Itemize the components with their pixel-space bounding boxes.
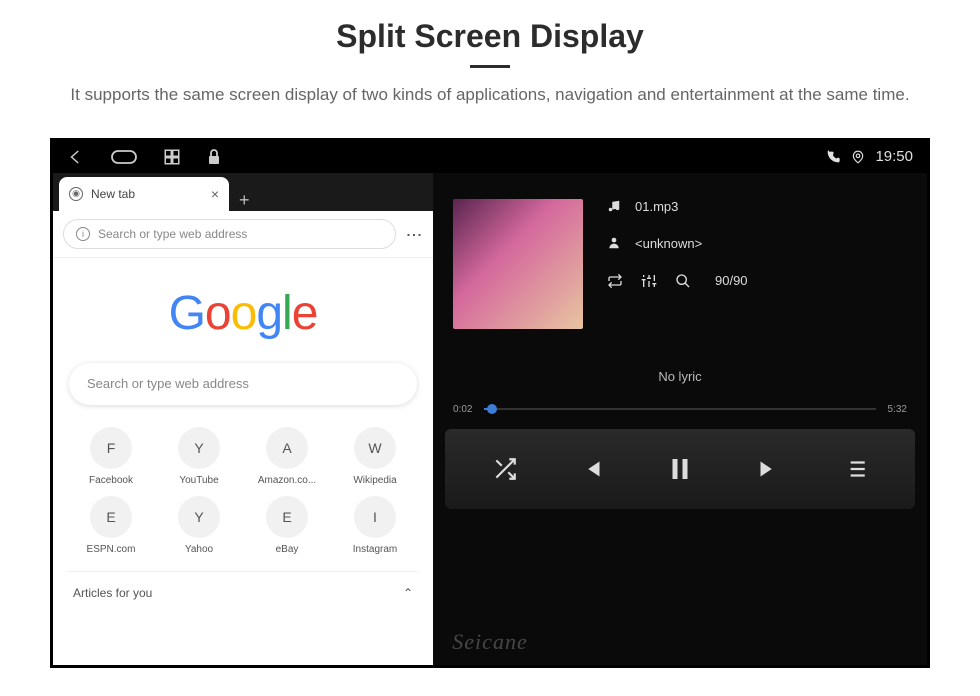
duration-time: 5:32 (888, 404, 907, 415)
shortcut-youtube[interactable]: Y YouTube (157, 427, 241, 486)
search-icon[interactable] (675, 273, 691, 289)
shortcut-label: Wikipedia (353, 475, 396, 486)
browser-tab[interactable]: ◉ New tab × (59, 177, 229, 211)
shortcut-icon: A (266, 427, 308, 469)
globe-icon: ◉ (69, 187, 83, 201)
album-art (453, 199, 583, 329)
pause-icon[interactable] (665, 454, 695, 484)
tab-strip: ◉ New tab × + (53, 173, 433, 211)
music-player-pane: 01.mp3 <unknown> (433, 173, 927, 665)
shortcut-wikipedia[interactable]: W Wikipedia (333, 427, 417, 486)
page-subtitle: It supports the same screen display of t… (0, 82, 980, 128)
player-options-row: 90/90 (607, 273, 907, 289)
artist-row: <unknown> (607, 236, 907, 251)
logo-char: g (256, 287, 282, 340)
shortcut-amazon[interactable]: A Amazon.co... (245, 427, 329, 486)
shortcut-label: ESPN.com (87, 544, 136, 555)
new-tab-button[interactable]: + (229, 190, 260, 211)
shortcut-instagram[interactable]: I Instagram (333, 496, 417, 555)
elapsed-time: 0:02 (453, 404, 472, 415)
track-count: 90/90 (715, 273, 748, 288)
back-icon[interactable] (67, 148, 85, 166)
location-icon[interactable] (851, 149, 865, 165)
lyric-area: No lyric (433, 339, 927, 404)
shortcut-label: Instagram (353, 544, 397, 555)
clock: 19:50 (875, 148, 913, 165)
track-name: 01.mp3 (635, 199, 678, 214)
progress-slider[interactable] (484, 408, 875, 410)
next-icon[interactable] (753, 454, 783, 484)
page-title: Split Screen Display (0, 0, 980, 55)
address-bar-row: i Search or type web address ⋮ (53, 211, 433, 258)
google-logo: Google (69, 286, 417, 341)
artist-name: <unknown> (635, 236, 702, 251)
watermark: Seicane (452, 629, 527, 655)
shortcut-icon: E (90, 496, 132, 538)
previous-icon[interactable] (577, 454, 607, 484)
repeat-icon[interactable] (607, 273, 623, 289)
shortcut-icon: Y (178, 427, 220, 469)
shortcut-icon: I (354, 496, 396, 538)
progress-thumb[interactable] (487, 404, 497, 414)
menu-icon[interactable]: ⋮ (404, 227, 423, 241)
logo-char: o (205, 287, 231, 340)
player-controls (445, 429, 915, 509)
player-info-section: 01.mp3 <unknown> (433, 173, 927, 339)
logo-char: G (169, 287, 205, 340)
nav-buttons (67, 148, 221, 166)
tab-title: New tab (91, 187, 203, 201)
shortcut-label: Amazon.co... (258, 475, 316, 486)
equalizer-icon[interactable] (641, 273, 657, 289)
shortcut-label: Facebook (89, 475, 133, 486)
phone-icon[interactable] (825, 149, 841, 165)
shortcut-label: Yahoo (185, 544, 213, 555)
shortcut-icon: W (354, 427, 396, 469)
recent-apps-icon[interactable] (163, 148, 181, 166)
address-bar[interactable]: i Search or type web address (63, 219, 396, 249)
shortcut-icon: F (90, 427, 132, 469)
shortcut-label: YouTube (179, 475, 218, 486)
music-note-icon (607, 199, 621, 213)
person-icon (607, 236, 621, 250)
shuffle-icon[interactable] (492, 456, 518, 482)
logo-char: l (282, 287, 292, 340)
playlist-icon[interactable] (842, 456, 868, 482)
device-frame: 19:50 ◉ New tab × + i Search or type web… (50, 138, 930, 668)
search-input[interactable]: Search or type web address (69, 363, 417, 405)
shortcuts-grid: F Facebook Y YouTube A Amazon.co... W Wikipe… (69, 427, 417, 555)
progress-row: 0:02 5:32 (433, 404, 927, 423)
articles-header: Articles for you ⌃ (69, 571, 417, 604)
close-icon[interactable]: × (211, 186, 219, 202)
search-placeholder: Search or type web address (87, 376, 249, 391)
chevron-up-icon[interactable]: ⌃ (403, 586, 413, 600)
browser-content: Google Search or type web address F Faceb… (53, 258, 433, 665)
shortcut-facebook[interactable]: F Facebook (69, 427, 153, 486)
browser-pane: ◉ New tab × + i Search or type web addre… (53, 173, 433, 665)
status-bar: 19:50 (53, 141, 927, 173)
shortcut-icon: Y (178, 496, 220, 538)
address-placeholder: Search or type web address (98, 227, 247, 241)
logo-char: e (292, 287, 318, 340)
player-info: 01.mp3 <unknown> (607, 199, 907, 329)
lock-icon (207, 149, 221, 165)
shortcut-icon: E (266, 496, 308, 538)
shortcut-label: eBay (276, 544, 299, 555)
articles-title: Articles for you (73, 586, 152, 600)
shortcut-ebay[interactable]: EeBay (245, 496, 329, 555)
logo-char: o (231, 287, 257, 340)
status-right: 19:50 (825, 148, 913, 165)
track-row: 01.mp3 (607, 199, 907, 214)
shortcut-yahoo[interactable]: Y Yahoo (157, 496, 241, 555)
title-underline (470, 65, 510, 68)
home-icon[interactable] (111, 150, 137, 164)
shortcut-espn[interactable]: E ESPN.com (69, 496, 153, 555)
info-icon: i (76, 227, 90, 241)
